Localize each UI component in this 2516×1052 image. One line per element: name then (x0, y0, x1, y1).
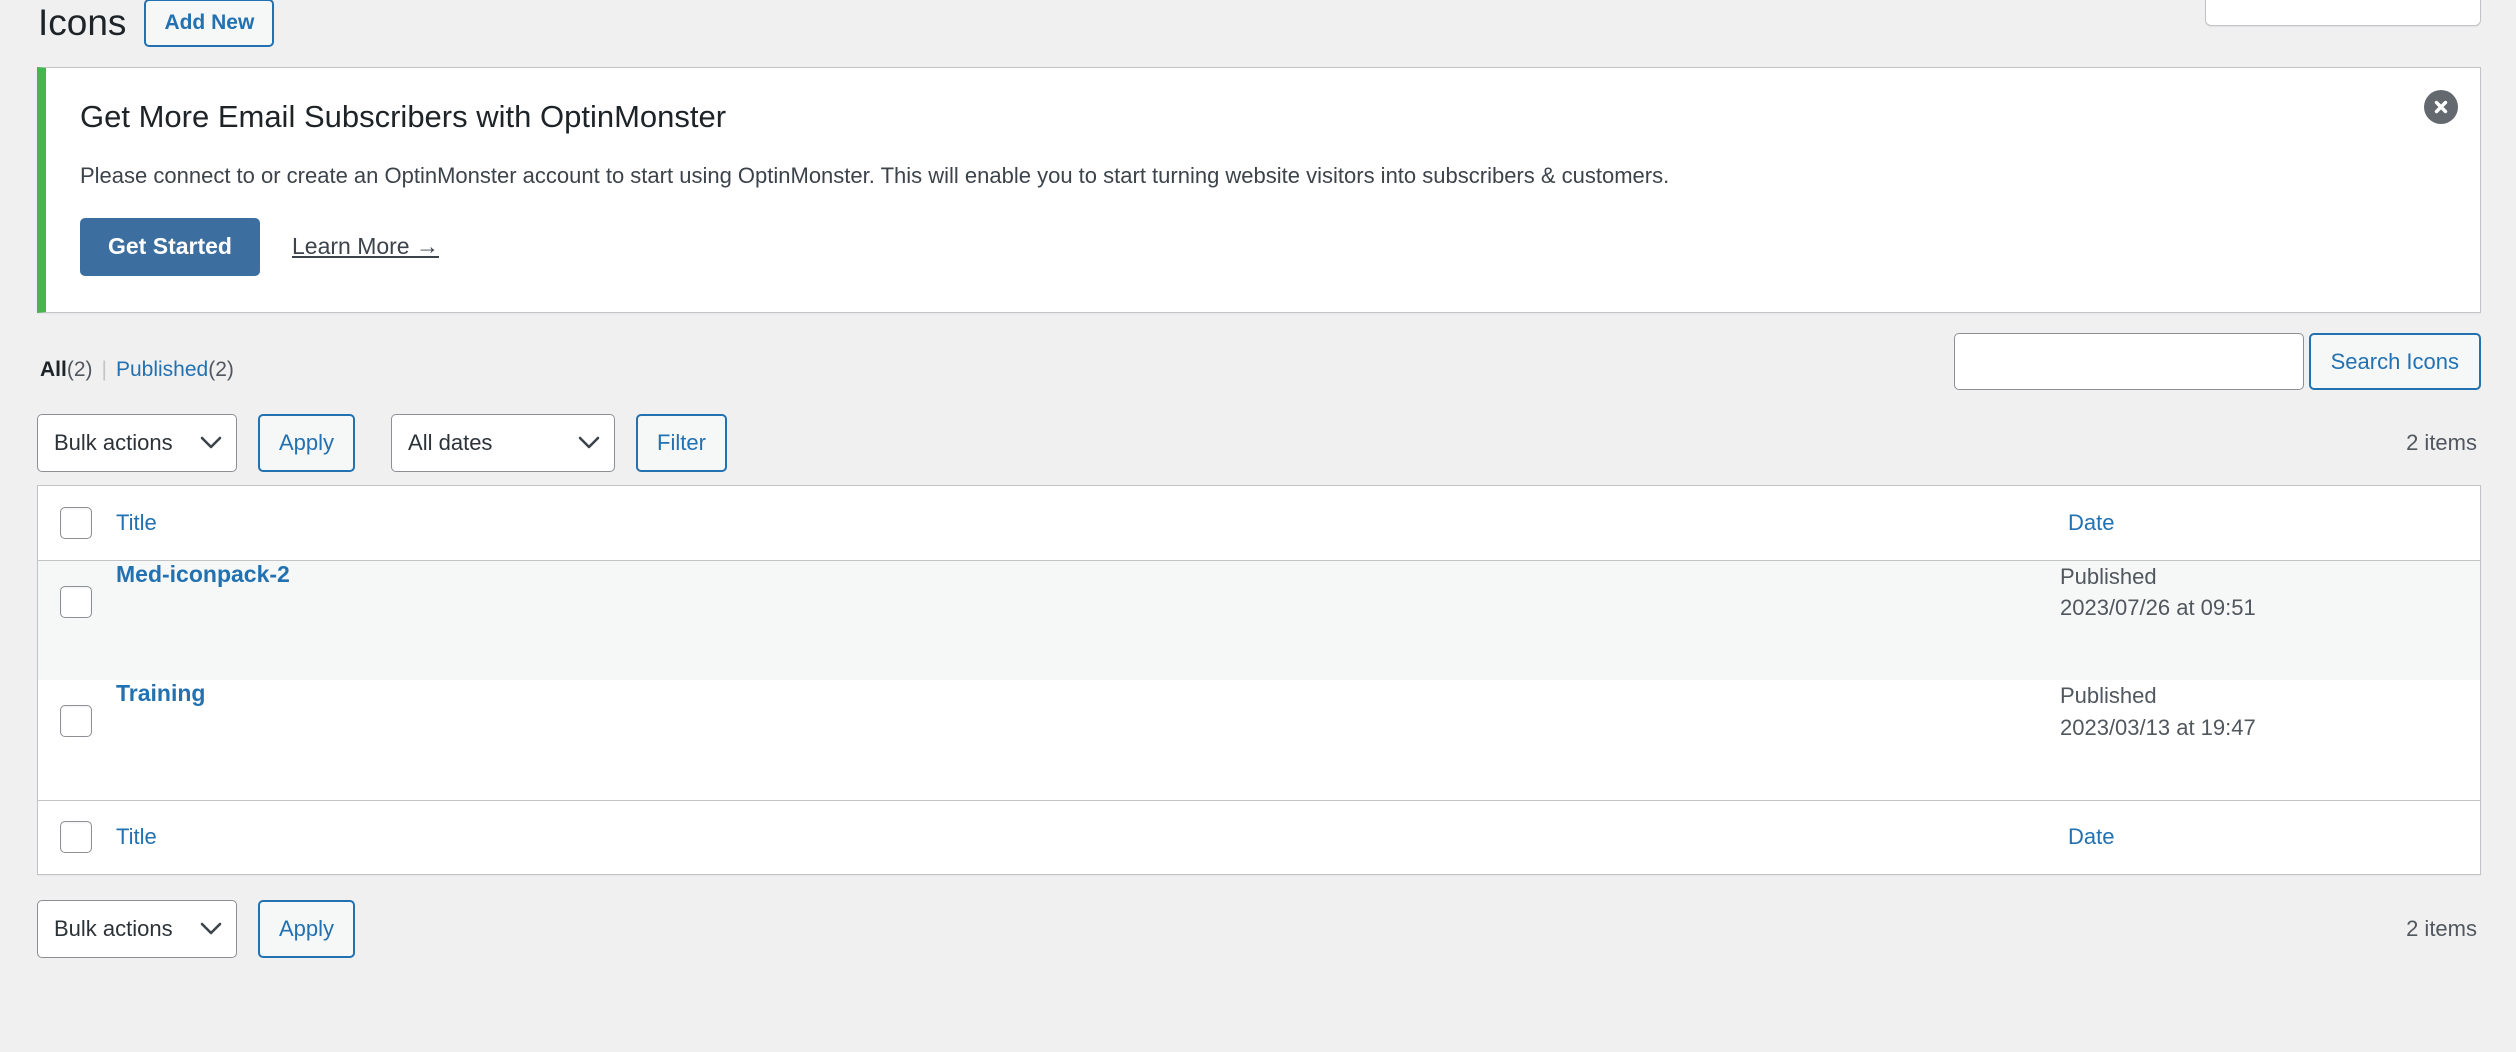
select-all-checkbox-bottom[interactable] (60, 821, 92, 854)
table-footer-row: Title Date (38, 799, 2480, 874)
title-column-footer: Title (116, 799, 2060, 874)
learn-more-link[interactable]: Learn More → (292, 233, 439, 260)
row-status: Published (2060, 563, 2157, 589)
apply-button-top[interactable]: Apply (258, 414, 356, 472)
items-count-top: 2 items (2406, 430, 2477, 455)
icons-list-table: Title Date Med-iconpack-2 Published 2023… (37, 485, 2481, 875)
apply-button-bottom[interactable]: Apply (258, 900, 356, 958)
row-date: 2023/03/13 at 19:47 (2060, 714, 2256, 740)
sort-by-date-link-bottom[interactable]: Date (2068, 824, 2114, 850)
row-title-cell: Training (116, 680, 2060, 800)
row-date-cell: Published 2023/07/26 at 09:51 (2060, 560, 2480, 680)
filter-button[interactable]: Filter (636, 414, 727, 472)
title-column-header: Title (116, 486, 2060, 561)
close-circle-icon[interactable] (2424, 90, 2458, 124)
page-title: Icons (38, 1, 127, 43)
notice-actions: Get Started Learn More → (80, 217, 2446, 276)
row-checkbox[interactable] (60, 585, 92, 618)
date-column-footer: Date (2060, 799, 2480, 874)
wordpress-icons-list-screen: Icons Add New Get More Email Subscribers… (0, 0, 2516, 1052)
row-checkbox[interactable] (60, 705, 92, 737)
date-filter-label: All dates (408, 430, 493, 455)
search-area: Search Icons (1953, 333, 2481, 390)
select-all-header (38, 486, 116, 561)
row-select-cell (38, 680, 116, 800)
chevron-down-icon (200, 916, 222, 942)
row-date-cell: Published 2023/03/13 at 19:47 (2060, 680, 2480, 800)
items-count-bottom: 2 items (2406, 916, 2477, 941)
page-header: Icons Add New (38, 0, 275, 54)
chevron-down-icon (578, 430, 600, 456)
top-right-panel (2205, 0, 2481, 26)
optinmonster-notice: Get More Email Subscribers with OptinMon… (37, 67, 2481, 313)
table-row[interactable]: Med-iconpack-2 Published 2023/07/26 at 0… (38, 560, 2480, 680)
bulk-actions-label-top: Bulk actions (54, 430, 173, 455)
view-all-count: (2) (66, 358, 93, 381)
get-started-button[interactable]: Get Started (80, 217, 260, 276)
row-select-cell (38, 560, 116, 680)
row-title-link[interactable]: Med-iconpack-2 (116, 561, 290, 587)
table-row[interactable]: Training Published 2023/03/13 at 19:47 (38, 680, 2480, 800)
bulk-actions-select-top[interactable]: Bulk actions (37, 414, 237, 472)
notice-description: Please connect to or create an OptinMons… (80, 162, 1670, 188)
date-column-header: Date (2060, 486, 2480, 561)
chevron-down-icon (200, 430, 222, 456)
view-published-count: (2) (208, 358, 234, 381)
search-input[interactable] (1953, 333, 2304, 390)
tablenav-top: Bulk actions Apply All dates Filter 2 it… (37, 413, 2481, 473)
view-all-link[interactable]: All (40, 358, 67, 381)
view-separator: | (101, 358, 107, 381)
row-title-link[interactable]: Training (116, 680, 205, 706)
row-title-cell: Med-iconpack-2 (116, 560, 2060, 680)
date-filter-select[interactable]: All dates (391, 414, 616, 472)
sort-by-title-link-top[interactable]: Title (116, 510, 157, 536)
select-all-checkbox-top[interactable] (60, 506, 92, 539)
view-published-link[interactable]: Published (116, 358, 208, 381)
bulk-actions-select-bottom[interactable]: Bulk actions (37, 900, 237, 958)
sort-by-date-link-top[interactable]: Date (2068, 510, 2114, 536)
add-new-button[interactable]: Add New (144, 0, 275, 47)
sort-by-title-link-bottom[interactable]: Title (116, 824, 157, 850)
tablenav-bottom: Bulk actions Apply 2 items (37, 899, 2481, 959)
close-x-glyph (2434, 100, 2448, 114)
row-status: Published (2060, 683, 2157, 708)
row-date: 2023/07/26 at 09:51 (2060, 595, 2256, 621)
bulk-actions-label-bottom: Bulk actions (54, 916, 173, 941)
status-views: All(2) | Published(2) (40, 358, 234, 382)
notice-title: Get More Email Subscribers with OptinMon… (80, 99, 727, 134)
select-all-footer (38, 799, 116, 874)
search-submit-button[interactable]: Search Icons (2308, 333, 2481, 390)
table-header-row: Title Date (38, 486, 2480, 561)
